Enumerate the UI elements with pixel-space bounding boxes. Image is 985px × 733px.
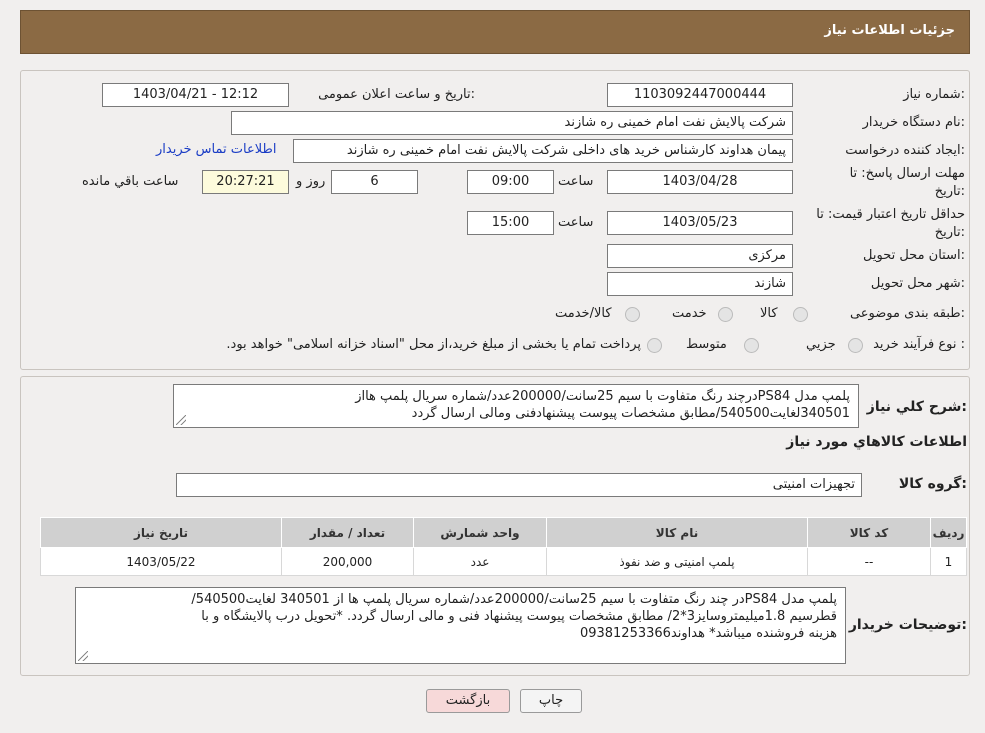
process-radio-minor[interactable] bbox=[848, 338, 863, 353]
buyer-notes-line-2: قطرسیم 1.8میلیمتروسایز3*2/ مطابق مشخصات … bbox=[201, 609, 837, 624]
back-button[interactable]: بازگشت bbox=[426, 689, 510, 713]
process-option-medium: متوسط bbox=[686, 337, 727, 352]
table-row: 1 -- پلمپ امنیتی و ضد نفوذ عدد 200,000 1… bbox=[40, 547, 967, 576]
deadline-label-date: تاریخ: bbox=[934, 184, 965, 199]
buyer-notes-line-1: پلمپ مدل PS84در چند رنگ متفاوت با سیم 25… bbox=[191, 592, 837, 607]
validity-time-label: ساعت bbox=[558, 215, 594, 230]
creator-field: پیمان هداوند کارشناس خرید های داخلی شرکت… bbox=[293, 139, 793, 163]
category-radio-goods-service[interactable] bbox=[625, 307, 640, 322]
cell-code: -- bbox=[807, 547, 931, 576]
process-radio-treasury[interactable] bbox=[647, 338, 662, 353]
resize-handle-icon[interactable] bbox=[176, 415, 186, 425]
province-label: استان محل تحویل: bbox=[863, 248, 965, 263]
col-header-date: تاریخ نیاز bbox=[40, 517, 282, 548]
summary-line-1: پلمپ مدل PS84درچند رنگ متفاوت با سیم 25س… bbox=[355, 389, 850, 404]
validity-date-field: 1403/05/23 bbox=[607, 211, 793, 235]
cell-row: 1 bbox=[930, 547, 967, 576]
cell-name: پلمپ امنیتی و ضد نفوذ bbox=[546, 547, 808, 576]
process-label: نوع فرآیند خرید : bbox=[873, 337, 965, 352]
announce-date-field: 1403/04/21 - 12:12 bbox=[102, 83, 289, 107]
remaining-time-label: ساعت باقي مانده bbox=[82, 174, 179, 189]
goods-group-field: تجهیزات امنیتی bbox=[176, 473, 862, 497]
deadline-time-field: 09:00 bbox=[467, 170, 554, 194]
summary-textarea[interactable]: پلمپ مدل PS84درچند رنگ متفاوت با سیم 25س… bbox=[173, 384, 859, 428]
print-button[interactable]: چاپ bbox=[520, 689, 582, 713]
goods-group-label: گروه کالا: bbox=[898, 476, 967, 492]
resize-handle-icon[interactable] bbox=[78, 651, 88, 661]
need-number-field: 1103092447000444 bbox=[607, 83, 793, 107]
cell-quantity: 200,000 bbox=[281, 547, 414, 576]
buyer-notes-label: توضيحات خريدار: bbox=[848, 617, 967, 633]
summary-line-2: 340501لغایت540500/مطابق مشخصات پیوست پیش… bbox=[411, 406, 850, 421]
creator-label: ایجاد کننده درخواست: bbox=[845, 143, 965, 158]
category-radio-service[interactable] bbox=[718, 307, 733, 322]
validity-label: حداقل تاریخ اعتبار قیمت: تا bbox=[816, 207, 965, 222]
process-radio-medium[interactable] bbox=[744, 338, 759, 353]
city-label: شهر محل تحویل: bbox=[870, 276, 965, 291]
days-label: روز و bbox=[296, 174, 326, 189]
col-header-quantity: تعداد / مقدار bbox=[281, 517, 414, 548]
buyer-notes-textarea[interactable]: پلمپ مدل PS84در چند رنگ متفاوت با سیم 25… bbox=[75, 587, 846, 664]
page-header: جزئیات اطلاعات نیاز bbox=[20, 10, 970, 54]
col-header-name: نام کالا bbox=[546, 517, 808, 548]
buyer-contact-link[interactable]: اطلاعات تماس خریدار bbox=[156, 142, 276, 157]
deadline-time-label: ساعت bbox=[558, 174, 594, 189]
goods-info-title: اطلاعات کالاهاي مورد نياز bbox=[786, 434, 967, 450]
remaining-time-field: 20:27:21 bbox=[202, 170, 289, 194]
province-field: مرکزی bbox=[607, 244, 793, 268]
deadline-label: مهلت ارسال پاسخ: تا bbox=[849, 166, 965, 181]
category-label: طبقه بندی موضوعی: bbox=[849, 306, 965, 321]
process-option-minor: جزیي bbox=[806, 337, 836, 352]
category-option-service: خدمت bbox=[672, 306, 707, 321]
buyer-org-field: شرکت پالایش نفت امام خمینی ره شازند bbox=[231, 111, 793, 135]
announce-label: تاریخ و ساعت اعلان عمومی: bbox=[318, 87, 475, 102]
validity-label-date: تاریخ: bbox=[934, 225, 965, 240]
summary-label: شرح کلي نياز: bbox=[866, 399, 967, 415]
buyer-notes-line-3: هزینه فروشنده میباشد* هداوند09381253366 bbox=[579, 626, 837, 641]
category-radio-goods[interactable] bbox=[793, 307, 808, 322]
col-header-unit: واحد شمارش bbox=[413, 517, 547, 548]
cell-unit: عدد bbox=[413, 547, 547, 576]
need-number-label: شماره نیاز: bbox=[903, 87, 965, 102]
days-remaining-field: 6 bbox=[331, 170, 418, 194]
validity-time-field: 15:00 bbox=[467, 211, 554, 235]
buyer-org-label: نام دستگاه خریدار: bbox=[862, 115, 965, 130]
col-header-code: کد کالا bbox=[807, 517, 931, 548]
col-header-row: رديف bbox=[930, 517, 967, 548]
goods-table-header: رديف کد کالا نام کالا واحد شمارش تعداد /… bbox=[40, 517, 967, 548]
goods-table: رديف کد کالا نام کالا واحد شمارش تعداد /… bbox=[40, 517, 967, 576]
page-title: جزئیات اطلاعات نیاز bbox=[824, 23, 955, 38]
cell-date: 1403/05/22 bbox=[40, 547, 282, 576]
city-field: شازند bbox=[607, 272, 793, 296]
category-option-goods-service: کالا/خدمت bbox=[555, 306, 612, 321]
deadline-date-field: 1403/04/28 bbox=[607, 170, 793, 194]
category-option-goods: کالا bbox=[760, 306, 778, 321]
process-note: پرداخت تمام یا بخشی از مبلغ خرید،از محل … bbox=[226, 337, 641, 352]
